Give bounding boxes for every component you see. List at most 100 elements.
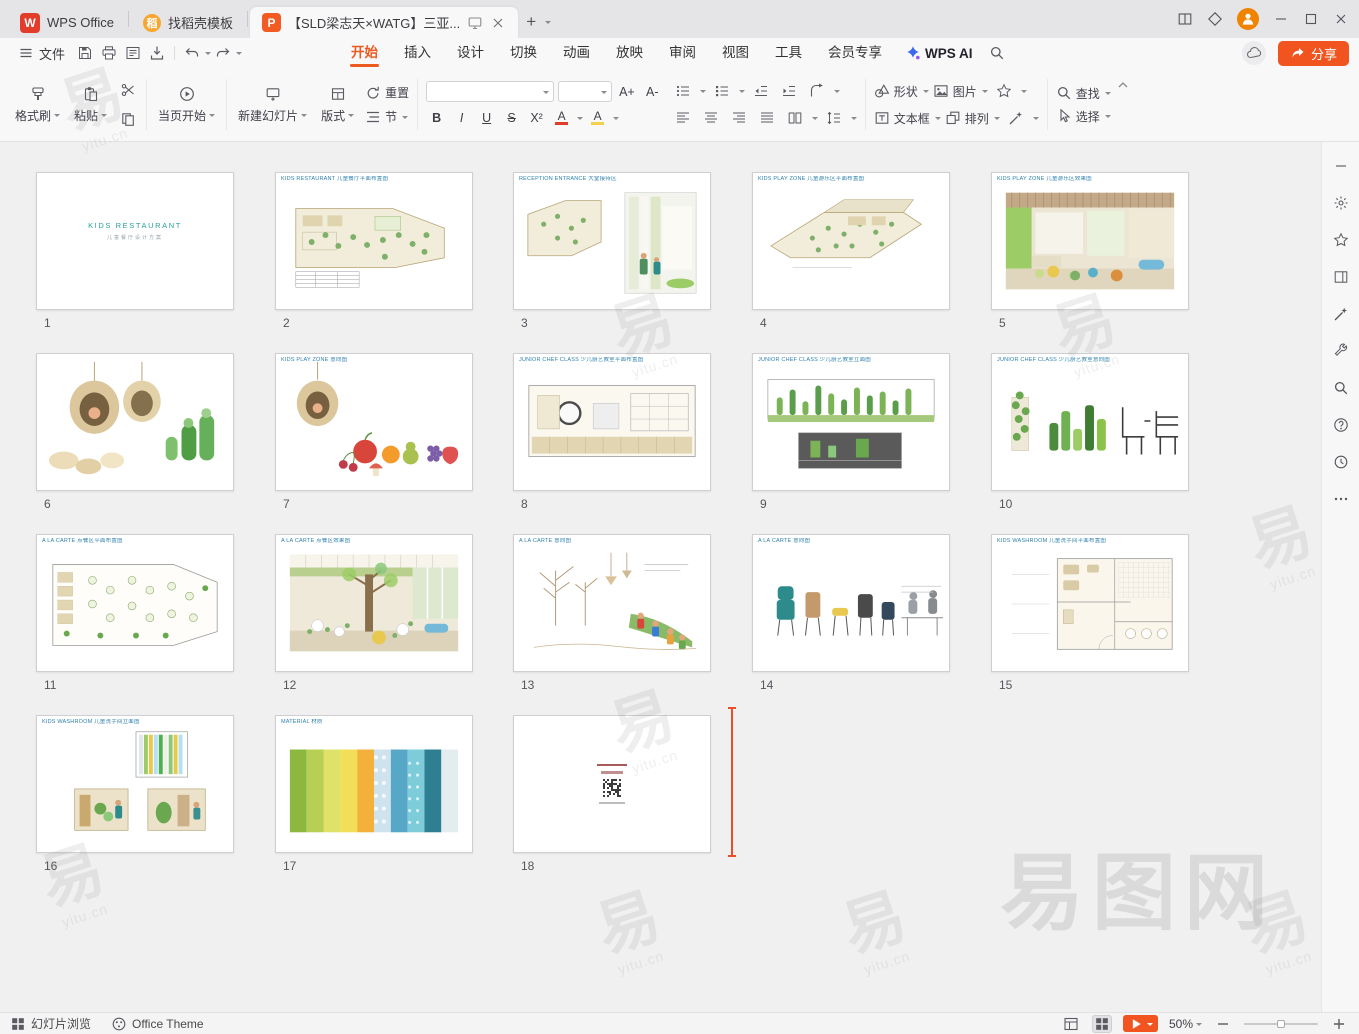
slide-thumbnail-17[interactable]: MATERIAL 材质: [275, 715, 473, 853]
menu-tab-动画[interactable]: 动画: [550, 38, 603, 68]
zoom-slider-handle[interactable]: [1277, 1020, 1285, 1028]
slide-thumbnail-15[interactable]: KIDS WASHROOM 儿童洗手间平面布置图: [991, 534, 1189, 672]
new-tab-button[interactable]: +: [518, 12, 544, 32]
play-from-current-button[interactable]: 当页开始: [151, 71, 222, 138]
font-color-button[interactable]: A: [551, 108, 572, 128]
maximize-button[interactable]: [1303, 11, 1319, 27]
icon-library-button[interactable]: [992, 81, 1016, 102]
arrange-button[interactable]: 排列: [945, 110, 1000, 127]
menu-tab-视图[interactable]: 视图: [709, 38, 762, 68]
slide-thumbnail-9[interactable]: JUNIOR CHEF CLASS 少儿厨艺教室立面图: [752, 353, 950, 491]
text-direction-button[interactable]: [805, 81, 829, 102]
superscript-button[interactable]: X²: [526, 108, 547, 128]
reset-button[interactable]: 重置: [365, 84, 409, 101]
zoom-out-button[interactable]: [1213, 1015, 1233, 1033]
cut-button[interactable]: [116, 80, 140, 101]
cloud-sync-icon[interactable]: [1242, 41, 1266, 65]
grow-font-button[interactable]: A+: [616, 82, 638, 102]
format-painter-button[interactable]: 格式刷: [8, 71, 67, 138]
menu-tab-开始[interactable]: 开始: [338, 38, 391, 68]
font-size-select[interactable]: [558, 81, 612, 102]
shapes-button[interactable]: 形状: [874, 83, 929, 100]
panels-icon[interactable]: [1333, 269, 1349, 285]
slide-thumbnail-10[interactable]: JUNIOR CHEF CLASS 少儿厨艺教室意向图: [991, 353, 1189, 491]
wps-ai-button[interactable]: WPS AI: [895, 45, 983, 61]
bullet-list-button[interactable]: [671, 81, 695, 102]
menu-tab-切换[interactable]: 切换: [497, 38, 550, 68]
skin-settings-icon[interactable]: [1207, 11, 1223, 27]
menu-tab-会员专享[interactable]: 会员专享: [815, 38, 895, 68]
theme-indicator[interactable]: Office Theme: [111, 1016, 204, 1032]
slide-thumbnail-13[interactable]: A LA CARTE 意向图: [513, 534, 711, 672]
decrease-indent-button[interactable]: [749, 81, 773, 102]
fill-color-button[interactable]: [1004, 108, 1028, 129]
export-button[interactable]: [145, 42, 169, 64]
slide-sorter-view-button[interactable]: [1092, 1015, 1112, 1033]
tab-list-caret[interactable]: [545, 21, 551, 27]
new-slide-button[interactable]: 新建幻灯片: [231, 71, 314, 138]
close-button[interactable]: [1333, 11, 1349, 27]
slide-thumbnail-18[interactable]: [513, 715, 711, 853]
menu-tab-设计[interactable]: 设计: [444, 38, 497, 68]
document-tab[interactable]: P 【SLD梁志天×WATG】三亚...: [250, 7, 518, 38]
strikethrough-button[interactable]: S: [501, 108, 522, 128]
tools-icon[interactable]: [1333, 343, 1349, 359]
print-button[interactable]: [97, 42, 121, 64]
textbox-button[interactable]: 文本框: [874, 110, 941, 127]
highlight-color-button[interactable]: A: [587, 108, 608, 128]
highlight-caret[interactable]: [613, 117, 619, 123]
undo-caret[interactable]: [205, 52, 211, 58]
bold-button[interactable]: B: [426, 108, 447, 128]
redo-button[interactable]: [211, 42, 235, 64]
menu-tab-插入[interactable]: 插入: [391, 38, 444, 68]
slide-thumbnail-7[interactable]: KIDS PLAY ZONE 意向图: [275, 353, 473, 491]
zoom-in-button[interactable]: [1329, 1015, 1349, 1033]
slideshow-button[interactable]: [1123, 1015, 1158, 1032]
close-document-icon[interactable]: [490, 15, 506, 31]
collapse-sidebar-icon[interactable]: [1333, 158, 1349, 174]
line-spacing-button[interactable]: [822, 108, 846, 129]
docer-template-tab[interactable]: 稻 找稻壳模板: [131, 7, 245, 38]
italic-button[interactable]: I: [451, 108, 472, 128]
help-icon[interactable]: [1333, 417, 1349, 433]
edit-icon[interactable]: [1333, 306, 1349, 322]
slide-thumbnail-1[interactable]: KIDS RESTAURANT儿童餐厅设计方案: [36, 172, 234, 310]
slide-thumbnail-3[interactable]: RECEPTION ENTRANCE 大堂接待区: [513, 172, 711, 310]
zoom-tool-icon[interactable]: [1333, 380, 1349, 396]
font-family-select[interactable]: [426, 81, 554, 102]
redo-caret[interactable]: [236, 52, 242, 58]
history-icon[interactable]: [1333, 454, 1349, 470]
select-button[interactable]: 选择: [1056, 108, 1111, 125]
app-home-tab[interactable]: W WPS Office: [8, 7, 126, 38]
paste-button[interactable]: 粘贴: [67, 71, 114, 138]
columns-button[interactable]: [783, 108, 807, 129]
slide-thumbnail-8[interactable]: JUNIOR CHEF CLASS 少儿厨艺教室平面布置图: [513, 353, 711, 491]
numbered-list-button[interactable]: [710, 81, 734, 102]
undo-button[interactable]: [180, 42, 204, 64]
file-menu-button[interactable]: 文件: [10, 44, 73, 63]
slide-thumbnail-12[interactable]: A LA CARTE 点餐区效果图: [275, 534, 473, 672]
user-avatar[interactable]: [1237, 8, 1259, 30]
slide-thumbnail-2[interactable]: KIDS RESTAURANT 儿童餐厅平面布置图: [275, 172, 473, 310]
slide-thumbnail-11[interactable]: A LA CARTE 点餐区平面布置图: [36, 534, 234, 672]
menu-tab-工具[interactable]: 工具: [762, 38, 815, 68]
layout-button[interactable]: 版式: [314, 71, 361, 138]
collapse-ribbon-icon[interactable]: [1115, 77, 1131, 93]
slide-thumbnail-4[interactable]: KIDS PLAY ZONE 儿童游乐区平面布置图: [752, 172, 950, 310]
picture-button[interactable]: 图片: [933, 83, 988, 100]
normal-view-button[interactable]: [1061, 1015, 1081, 1033]
minimize-button[interactable]: [1273, 11, 1289, 27]
align-center-button[interactable]: [699, 108, 723, 129]
zoom-slider[interactable]: [1244, 1017, 1318, 1031]
zoom-level[interactable]: 50%: [1169, 1017, 1202, 1031]
more-icon[interactable]: [1333, 491, 1349, 507]
slide-sorter-canvas[interactable]: KIDS RESTAURANT儿童餐厅设计方案1KIDS RESTAURANT …: [0, 142, 1359, 1012]
copy-button[interactable]: [116, 109, 140, 130]
slide-thumbnail-16[interactable]: KIDS WASHROOM 儿童洗手间立面图: [36, 715, 234, 853]
menu-tab-放映[interactable]: 放映: [603, 38, 656, 68]
section-button[interactable]: 节: [365, 108, 409, 125]
slide-thumbnail-14[interactable]: A LA CARTE 意向图: [752, 534, 950, 672]
increase-indent-button[interactable]: [777, 81, 801, 102]
search-icon[interactable]: [983, 45, 1011, 61]
underline-button[interactable]: U: [476, 108, 497, 128]
